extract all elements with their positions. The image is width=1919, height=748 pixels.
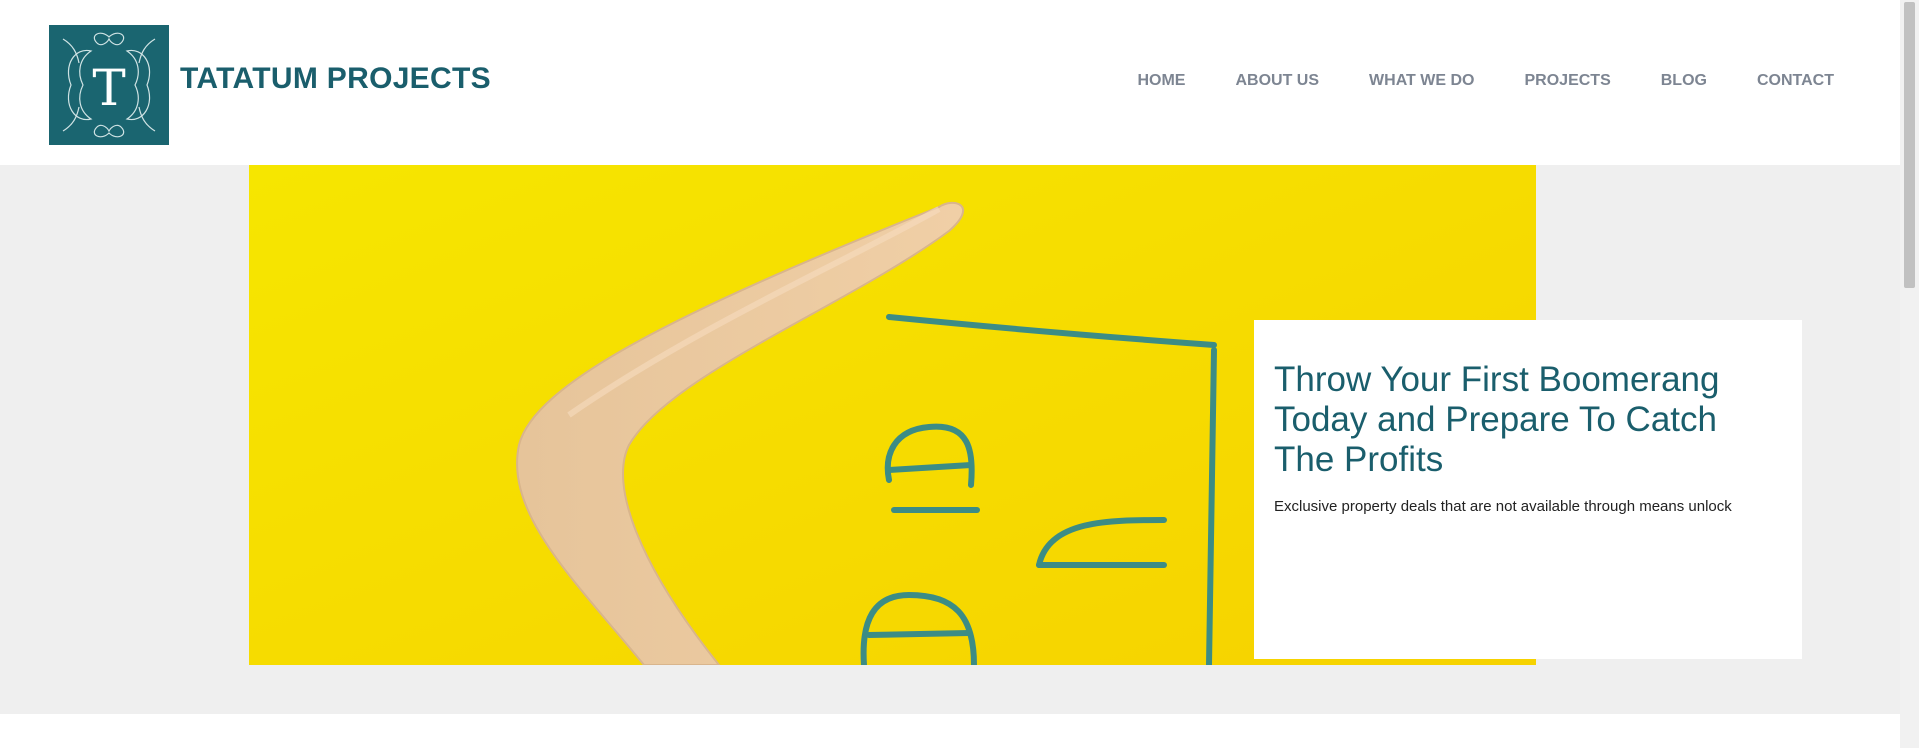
brand-name[interactable]: TATATUM PROJECTS xyxy=(180,62,491,96)
scrollbar-thumb[interactable] xyxy=(1904,2,1915,288)
nav-what-we-do[interactable]: WHAT WE DO xyxy=(1369,72,1474,90)
svg-text:T: T xyxy=(92,59,125,117)
logo[interactable]: T xyxy=(49,25,169,145)
nav-blog[interactable]: BLOG xyxy=(1661,72,1707,90)
hero-section: Throw Your First Boomerang Today and Pre… xyxy=(0,165,1900,714)
main-nav: HOME ABOUT US WHAT WE DO PROJECTS BLOG C… xyxy=(1137,72,1834,90)
vertical-scrollbar[interactable] xyxy=(1900,0,1919,748)
monogram-logo-icon: T xyxy=(62,32,156,138)
hero-subtext: Exclusive property deals that are not av… xyxy=(1274,498,1732,515)
nav-projects[interactable]: PROJECTS xyxy=(1525,72,1611,90)
nav-about-us[interactable]: ABOUT US xyxy=(1235,72,1319,90)
site-header: T TATATUM PROJECTS HOME ABOUT US WHAT WE… xyxy=(0,0,1900,165)
hero-card: Throw Your First Boomerang Today and Pre… xyxy=(1254,320,1802,659)
nav-home[interactable]: HOME xyxy=(1137,72,1185,90)
hero-headline: Throw Your First Boomerang Today and Pre… xyxy=(1274,360,1720,479)
nav-contact[interactable]: CONTACT xyxy=(1757,72,1834,90)
